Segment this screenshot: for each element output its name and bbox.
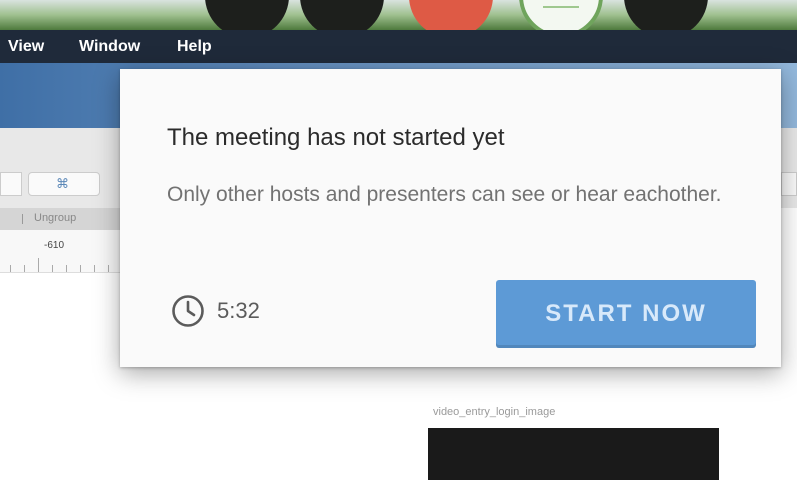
ruler-value: -610 — [44, 240, 65, 251]
menu-view[interactable]: View — [8, 38, 44, 56]
meeting-not-started-dialog: The meeting has not started yet Only oth… — [120, 69, 781, 367]
dialog-title: The meeting has not started yet — [167, 124, 505, 151]
more-control[interactable] — [624, 0, 708, 30]
meeting-timer: 5:32 — [171, 294, 260, 328]
video-control[interactable] — [300, 0, 384, 30]
menu-window[interactable]: Window — [79, 38, 140, 56]
ruler: -610 — [0, 230, 130, 273]
menu-bar: View Window Help — [0, 30, 797, 63]
toolbar-button-right[interactable] — [781, 172, 797, 196]
share-control[interactable] — [519, 0, 603, 30]
ungroup-button[interactable]: ⌘ — [28, 172, 100, 196]
dialog-message: Only other hosts and presenters can see … — [167, 183, 722, 206]
ruler-tick — [94, 265, 95, 272]
ruler-tick — [24, 265, 25, 272]
start-now-button[interactable]: START NOW — [496, 280, 756, 348]
ruler-tick — [108, 265, 109, 272]
ruler-tick — [66, 265, 67, 272]
ruler-tick — [52, 265, 53, 272]
ruler-tick — [38, 258, 39, 272]
ruler-tick — [10, 265, 11, 272]
toolbar-divider — [22, 214, 23, 224]
clock-icon — [172, 295, 204, 327]
timer-text: 5:32 — [217, 298, 260, 323]
toolbar-button-left[interactable] — [0, 172, 22, 196]
ungroup-label: Ungroup — [34, 212, 77, 224]
end-call-control[interactable] — [409, 0, 493, 30]
meeting-controls-strip — [0, 0, 797, 30]
video-entry-image[interactable] — [428, 428, 719, 480]
mute-control[interactable] — [205, 0, 289, 30]
menu-help[interactable]: Help — [177, 38, 212, 56]
ungroup-icon: ⌘ — [56, 176, 69, 191]
canvas-image-label: video_entry_login_image — [433, 406, 556, 418]
toolbar-labels: Ungroup — [0, 208, 130, 230]
ruler-tick — [80, 265, 81, 272]
